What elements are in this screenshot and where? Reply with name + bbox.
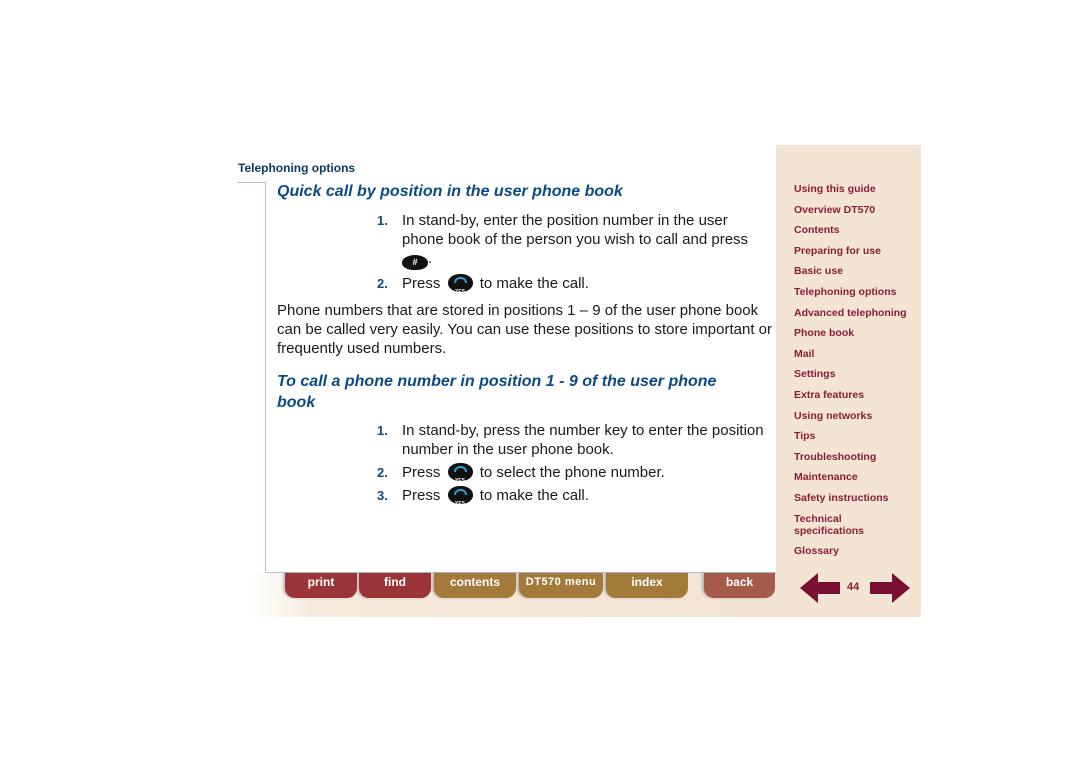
step-number: 3. [377, 488, 388, 503]
step-text: to make the call. [479, 487, 589, 504]
heading-quick-call: Quick call by position in the user phone… [277, 183, 623, 200]
step-number: 1. [377, 213, 388, 228]
step-text: In stand-by, enter the position number i… [402, 212, 749, 248]
yes-key-icon: YES [447, 274, 473, 295]
frame-divider-top [237, 182, 266, 183]
step-number: 2. [377, 276, 388, 291]
sidebar-item-preparing[interactable]: Preparing for use [794, 245, 919, 257]
step-number: 1. [377, 423, 388, 438]
step-prefix: Press [402, 275, 441, 292]
section-label: Telephoning options [238, 161, 356, 175]
sidebar-item-mail[interactable]: Mail [794, 348, 919, 360]
step-prefix: Press [402, 464, 441, 481]
sidebar-item-using-this-guide[interactable]: Using this guide [794, 183, 919, 195]
sidebar-item-telephoning-options[interactable]: Telephoning options [794, 286, 919, 298]
step-text: to select the phone number. [479, 464, 665, 481]
sidebar-item-contents[interactable]: Contents [794, 224, 919, 236]
sidebar-item-basic-use[interactable]: Basic use [794, 265, 919, 277]
step-text: In stand-by, press the number key to ent… [402, 422, 764, 458]
heading-call-position: To call a phone number in position 1 - 9… [277, 373, 717, 411]
sidebar-item-settings[interactable]: Settings [794, 368, 919, 380]
sidebar-item-technical-specs[interactable]: Technical specifications [794, 513, 874, 537]
page-number: 44 [847, 581, 860, 593]
index-button[interactable]: index [606, 573, 688, 598]
print-button[interactable]: print [285, 573, 357, 598]
sidebar-item-maintenance[interactable]: Maintenance [794, 471, 919, 483]
body-paragraph: Phone numbers that are stored in positio… [277, 302, 773, 357]
sidebar-item-overview[interactable]: Overview DT570 [794, 204, 919, 216]
yes-key-icon: YES [447, 486, 473, 507]
steps-quick-call: 1. In stand-by, enter the position numbe… [377, 211, 772, 297]
sidebar-item-safety[interactable]: Safety instructions [794, 492, 919, 504]
sidebar-nav: Using this guide Overview DT570 Contents… [776, 145, 921, 617]
yes-key-icon: YES [447, 463, 473, 484]
sidebar-item-phone-book[interactable]: Phone book [794, 327, 919, 339]
sidebar-list: Using this guide Overview DT570 Contents… [794, 183, 919, 566]
step-text: to make the call. [479, 275, 589, 292]
dt570-menu-button[interactable]: DT570 menu [519, 573, 603, 598]
steps-call-position: 1. In stand-by, press the number key to … [377, 421, 772, 509]
next-page-arrow-icon[interactable] [870, 573, 910, 603]
frame-divider-left [265, 182, 266, 573]
sidebar-item-extra-features[interactable]: Extra features [794, 389, 919, 401]
step-number: 2. [377, 465, 388, 480]
sidebar-item-using-networks[interactable]: Using networks [794, 410, 919, 422]
sidebar-item-tips[interactable]: Tips [794, 430, 919, 442]
step-item: 3. Press YES to make the call. [377, 486, 772, 507]
contents-button[interactable]: contents [434, 573, 516, 598]
sidebar-item-troubleshooting[interactable]: Troubleshooting [794, 451, 919, 463]
step-suffix: . [428, 250, 433, 267]
hash-key-icon: # [402, 255, 428, 270]
sidebar-item-glossary[interactable]: Glossary [794, 545, 919, 557]
back-button[interactable]: back [704, 573, 775, 598]
step-item: 2. Press YES to make the call. [377, 274, 772, 295]
sidebar-item-advanced-telephoning[interactable]: Advanced telephoning [794, 307, 919, 319]
previous-page-arrow-icon[interactable] [800, 573, 840, 603]
step-prefix: Press [402, 487, 441, 504]
step-item: 2. Press YES to select the phone number. [377, 463, 772, 484]
find-button[interactable]: find [359, 573, 431, 598]
step-item: 1. In stand-by, enter the position numbe… [377, 211, 772, 270]
step-item: 1. In stand-by, press the number key to … [377, 421, 772, 459]
